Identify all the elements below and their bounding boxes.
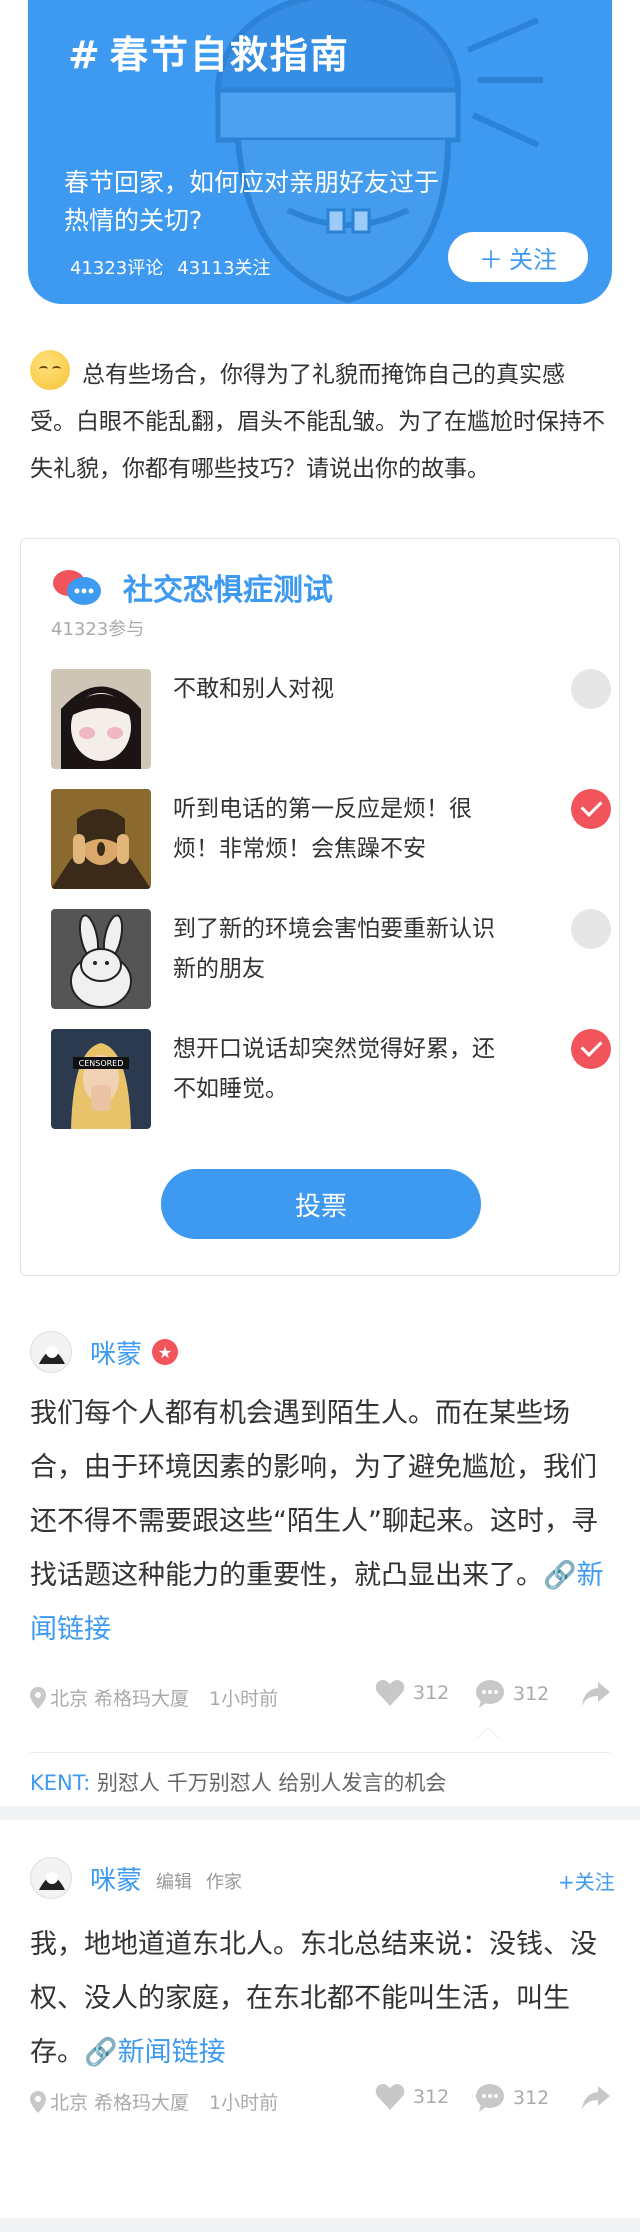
topic-title-text: 春节自救指南 <box>109 33 350 77</box>
option-image: CENSORED <box>51 1029 151 1129</box>
topic-intro-text: 总有些场合，你得为了礼貌而掩饰自己的真实感受。白眼不能乱翻，眉头不能乱皱。为了在… <box>30 362 605 482</box>
hash-icon: # <box>68 33 102 77</box>
post-time: 1小时前 <box>209 2092 279 2114</box>
location-text: 北京 希格玛大厦 <box>50 1688 190 1710</box>
avatar[interactable] <box>30 1331 72 1373</box>
topic-banner[interactable]: # 春节自救指南 春节回家，如何应对亲朋好友过于热情的关切? 41323评论 431… <box>28 0 612 304</box>
topic-comment-count: 41323评论 <box>70 258 164 279</box>
post-body: 我们每个人都有机会遇到陌生人。而在某些场合，由于环境因素的影响，为了避免尴尬，我… <box>30 1387 610 1657</box>
option-text: 到了新的环境会害怕要重新认识新的朋友 <box>173 916 495 982</box>
option-checkbox-checked[interactable] <box>571 1029 611 1069</box>
like-count: 312 <box>413 1682 450 1704</box>
username[interactable]: 咪蒙 <box>90 1334 142 1371</box>
option-checkbox[interactable] <box>571 669 611 709</box>
topic-description: 春节回家，如何应对亲朋好友过于热情的关切? <box>64 168 440 235</box>
link-icon: 🔗 <box>543 1560 577 1591</box>
location: 北京 希格玛大厦 1小时前 <box>30 2088 278 2115</box>
option-image <box>51 909 151 1009</box>
topic-stats: 41323评论 43113关注 <box>70 254 271 280</box>
like-button[interactable]: 312 <box>375 1680 449 1706</box>
topic-intro: 总有些场合，你得为了礼貌而掩饰自己的真实感受。白眼不能乱翻，眉头不能乱皱。为了在… <box>30 350 610 493</box>
comment-button[interactable]: 312 <box>475 1680 549 1708</box>
comment-count: 312 <box>513 1683 550 1705</box>
smile-emoji-icon <box>30 350 70 390</box>
comment-icon <box>476 1680 504 1708</box>
post-meta: 北京 希格玛大厦 1小时前 312 312 <box>30 1676 610 1716</box>
option-image <box>51 669 151 769</box>
post-time: 1小时前 <box>209 1688 279 1710</box>
poll-card: 社交恐惧症测试 41323参与 不敢和别人对视 听到电话的第一反应是烦！很烦！非… <box>20 538 620 1276</box>
poll-participants: 41323参与 <box>51 619 145 640</box>
section-divider <box>0 1806 640 1820</box>
reply-preview[interactable]: KENT: 别怼人 千万别怼人 给别人发言的机会 <box>30 1752 610 1797</box>
follow-topic-label: 关注 <box>509 245 557 274</box>
option-text: 听到电话的第一反应是烦！很烦！非常烦！会焦躁不安 <box>173 796 472 862</box>
topic-title: # 春节自救指南 <box>68 24 350 79</box>
heart-icon <box>375 1680 405 1706</box>
location-text: 北京 希格玛大厦 <box>50 2092 190 2114</box>
location: 北京 希格玛大厦 1小时前 <box>30 1684 278 1711</box>
vote-button[interactable]: 投票 <box>161 1169 481 1239</box>
option-image <box>51 789 151 889</box>
follow-author-button[interactable]: +关注 <box>558 1866 615 1895</box>
news-link-label: 新闻链接 <box>117 2037 226 2068</box>
option-text: 想开口说话却突然觉得好累，还不如睡觉。 <box>173 1036 495 1102</box>
post-text: 我们每个人都有机会遇到陌生人。而在某些场合，由于环境因素的影响，为了避免尴尬，我… <box>30 1398 598 1591</box>
plus-icon: ＋ <box>479 245 503 274</box>
poll-option[interactable]: 不敢和别人对视 <box>51 669 611 769</box>
poll-title: 社交恐惧症测试 <box>123 573 333 608</box>
reply-notch <box>476 1726 500 1750</box>
option-text: 不敢和别人对视 <box>173 676 334 702</box>
share-button[interactable] <box>582 1682 610 1711</box>
like-button[interactable]: 312 <box>375 2084 449 2110</box>
comment-icon <box>476 2084 504 2112</box>
reply-author[interactable]: KENT: <box>30 1771 90 1795</box>
post-body: 我，地地道道东北人。东北总结来说：没钱、没权、没人的家庭，在东北都不能叫生活，叫… <box>30 1918 610 2080</box>
option-checkbox[interactable] <box>571 909 611 949</box>
comment-button[interactable]: 312 <box>475 2084 549 2112</box>
news-link[interactable]: 🔗新闻链接 <box>84 2037 226 2068</box>
post-meta: 北京 希格玛大厦 1小时前 312 312 <box>30 2080 610 2120</box>
location-pin-icon <box>30 1686 46 1709</box>
poll-option[interactable]: 听到电话的第一反应是烦！很烦！非常烦！会焦躁不安 <box>51 789 611 889</box>
link-icon: 🔗 <box>84 2037 118 2068</box>
heart-icon <box>375 2084 405 2110</box>
location-pin-icon <box>30 2090 46 2113</box>
author-role: 作家 <box>206 1872 243 1893</box>
username[interactable]: 咪蒙 <box>90 1860 142 1897</box>
reply-text: 别怼人 千万别怼人 给别人发言的机会 <box>90 1771 447 1795</box>
topic-follow-count: 43113关注 <box>177 258 271 279</box>
avatar[interactable] <box>30 1857 72 1899</box>
poll-option[interactable]: 到了新的环境会害怕要重新认识新的朋友 <box>51 909 611 1009</box>
post-author[interactable]: 咪蒙 ★ <box>30 1330 179 1374</box>
follow-topic-button[interactable]: ＋ 关注 <box>448 232 588 282</box>
author-role: 编辑 <box>156 1872 193 1893</box>
option-checkbox-checked[interactable] <box>571 789 611 829</box>
star-badge-icon: ★ <box>152 1339 179 1365</box>
comment-count: 312 <box>513 2087 550 2109</box>
share-arrow-icon <box>582 2086 610 2110</box>
post-author[interactable]: 咪蒙 编辑 作家 <box>30 1856 242 1900</box>
poll-option[interactable]: CENSORED 想开口说话却突然觉得好累，还不如睡觉。 <box>51 1029 611 1129</box>
section-divider <box>0 2218 640 2232</box>
censored-label: CENSORED <box>79 1059 124 1068</box>
chat-bubbles-icon <box>53 570 101 605</box>
share-button[interactable] <box>582 2086 610 2115</box>
like-count: 312 <box>413 2086 450 2108</box>
share-arrow-icon <box>582 1682 610 1706</box>
